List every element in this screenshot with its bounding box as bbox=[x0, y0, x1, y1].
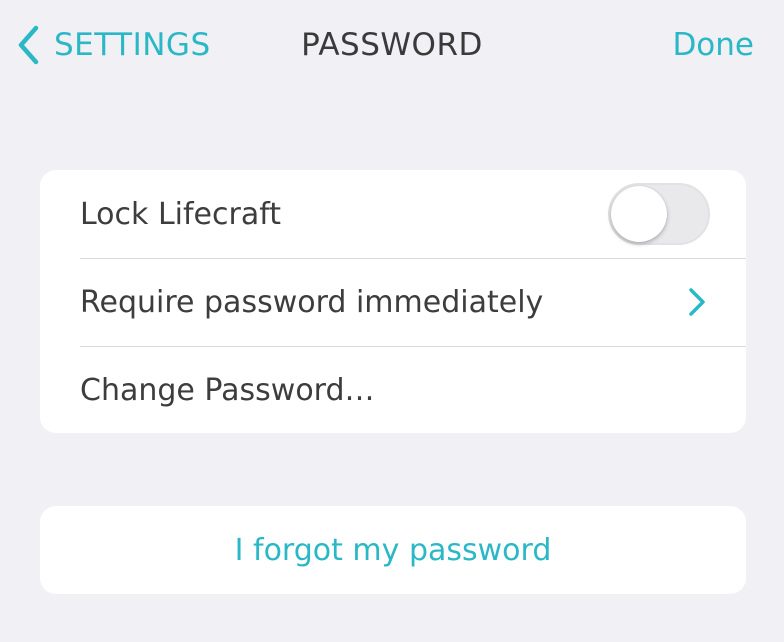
lock-lifecraft-toggle[interactable] bbox=[608, 183, 710, 245]
done-button[interactable]: Done bbox=[672, 22, 754, 68]
toggle-knob bbox=[611, 186, 667, 242]
chevron-left-icon bbox=[16, 25, 40, 65]
password-settings-group: Lock Lifecraft Require password immediat… bbox=[40, 170, 746, 433]
forgot-password-button[interactable]: I forgot my password bbox=[40, 506, 746, 594]
require-password-label: Require password immediately bbox=[80, 284, 544, 320]
lock-lifecraft-label: Lock Lifecraft bbox=[80, 196, 282, 232]
back-button-label: SETTINGS bbox=[54, 27, 211, 63]
password-settings-screen: SETTINGS PASSWORD Done Lock Lifecraft Re… bbox=[0, 0, 784, 642]
back-button[interactable]: SETTINGS bbox=[16, 22, 211, 68]
forgot-password-label: I forgot my password bbox=[234, 532, 552, 568]
change-password-row[interactable]: Change Password… bbox=[40, 346, 746, 433]
lock-lifecraft-row: Lock Lifecraft bbox=[40, 170, 746, 258]
chevron-right-icon bbox=[688, 287, 710, 317]
require-password-row[interactable]: Require password immediately bbox=[40, 258, 746, 346]
change-password-label: Change Password… bbox=[80, 372, 375, 408]
